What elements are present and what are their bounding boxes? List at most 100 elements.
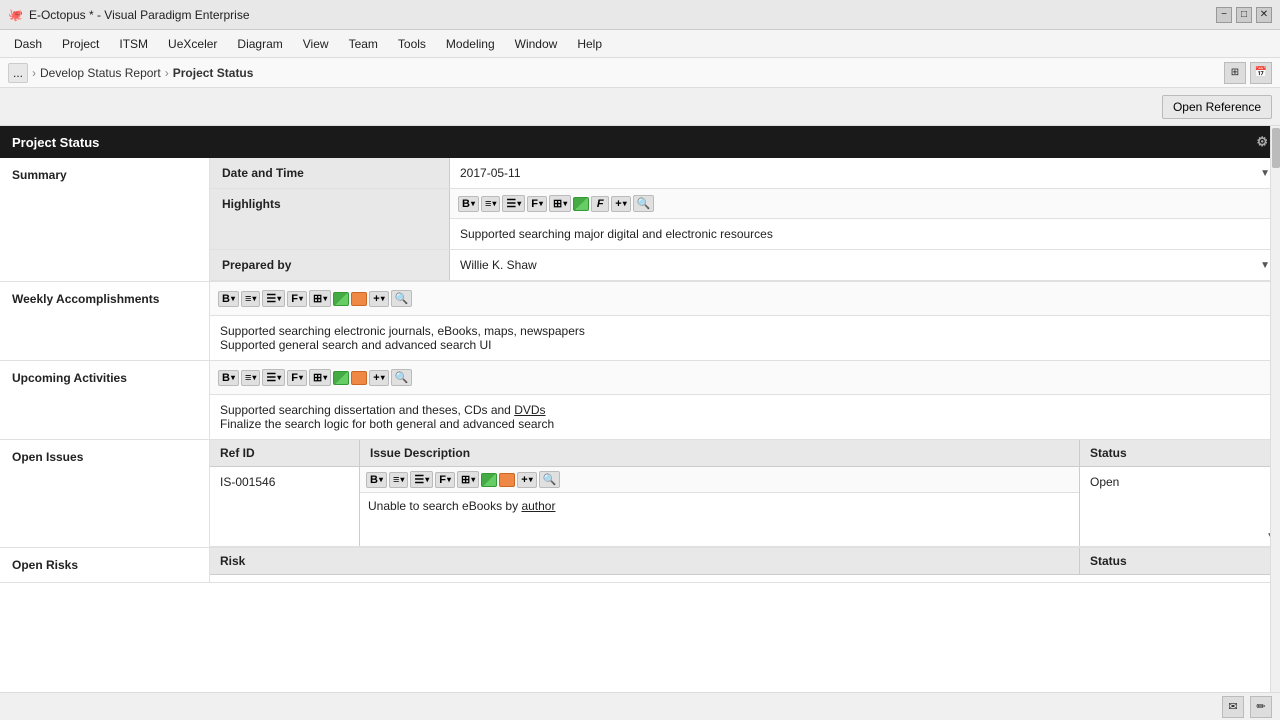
wa-green-icon[interactable] (333, 292, 349, 306)
content-area: Project Status ⚙ Summary Date and Time 2… (0, 126, 1280, 692)
close-button[interactable]: ✕ (1256, 7, 1272, 23)
desc-font-btn[interactable]: F▾ (435, 472, 455, 488)
menu-view[interactable]: View (293, 33, 339, 55)
date-time-dropdown[interactable]: ▼ (1260, 168, 1270, 179)
ua-toolbar: B▾ ≡▾ ☰▾ F▾ ⊞▾ +▾ 🔍 (210, 361, 1280, 395)
wa-list-button[interactable]: ☰▾ (262, 290, 285, 307)
ua-font-button[interactable]: F▾ (287, 370, 307, 386)
open-issues-label-row: Open Issues Ref ID Issue Description Sta… (0, 440, 1280, 547)
scrollbar-thumb[interactable] (1272, 128, 1280, 168)
ua-orange-icon[interactable] (351, 371, 367, 385)
open-issues-section: Open Issues Ref ID Issue Description Sta… (0, 440, 1280, 548)
open-issues-table: Ref ID Issue Description Status IS-00154… (210, 440, 1280, 547)
app-icon: 🐙 (8, 8, 23, 22)
desc-insert-btn[interactable]: +▾ (517, 472, 536, 488)
open-reference-button[interactable]: Open Reference (1162, 95, 1272, 119)
status-edit-icon[interactable]: ✏ (1250, 696, 1272, 718)
title-bar-controls[interactable]: − □ ✕ (1216, 7, 1272, 23)
project-status-header: Project Status ⚙ (0, 126, 1280, 158)
ua-green-icon[interactable] (333, 371, 349, 385)
wa-table-button[interactable]: ⊞▾ (309, 290, 331, 307)
desc-align-btn[interactable]: ≡▾ (389, 472, 408, 488)
open-risks-label-row: Open Risks Risk Status (0, 548, 1280, 582)
menu-uexceler[interactable]: UeXceler (158, 33, 227, 55)
breadcrumb-project-status[interactable]: Project Status (173, 66, 254, 80)
date-time-row: Date and Time 2017-05-11 ▼ (210, 158, 1280, 189)
ua-header: Upcoming Activities B▾ ≡▾ ☰▾ F▾ ⊞▾ +▾ 🔍 (0, 361, 1280, 395)
highlights-spacer (210, 219, 450, 249)
bold-button[interactable]: B▾ (458, 196, 479, 212)
date-time-label: Date and Time (210, 158, 450, 188)
desc-green-icon[interactable] (481, 473, 497, 487)
ua-binoculars-button[interactable]: 🔍 (391, 369, 413, 386)
by-text: by (505, 499, 521, 513)
breadcrumb-bar: ... › Develop Status Report › Project St… (0, 58, 1280, 88)
desc-bold-btn[interactable]: B▾ (366, 472, 387, 488)
table-button[interactable]: ⊞▾ (549, 195, 571, 212)
desc-toolbar: B▾ ≡▾ ☰▾ F▾ ⊞▾ +▾ 🔍 (360, 467, 1079, 493)
highlights-label: Highlights (210, 189, 450, 219)
desc-table-btn[interactable]: ⊞▾ (457, 471, 479, 488)
highlights-text[interactable]: Supported searching major digital and el… (450, 219, 1280, 249)
wa-bold-button[interactable]: B▾ (218, 291, 239, 307)
breadcrumb-ellipsis[interactable]: ... (8, 63, 28, 83)
prepared-by-label: Prepared by (210, 250, 450, 280)
menu-modeling[interactable]: Modeling (436, 33, 505, 55)
wa-align-button[interactable]: ≡▾ (241, 291, 260, 307)
issues-row-1: IS-001546 B▾ ≡▾ ☰▾ F▾ ⊞▾ +▾ 🔍 (210, 467, 1280, 547)
app-title: E-Octopus * - Visual Paradigm Enterprise (29, 8, 250, 22)
menu-dash[interactable]: Dash (4, 33, 52, 55)
dvds-link[interactable]: DVDs (514, 403, 545, 417)
prepared-by-value: Willie K. Shaw (460, 258, 537, 272)
wa-binoculars-button[interactable]: 🔍 (391, 290, 413, 307)
desc-list-btn[interactable]: ☰▾ (410, 471, 433, 488)
ua-spacer (0, 395, 210, 439)
scrollbar[interactable] (1270, 126, 1280, 692)
menu-project[interactable]: Project (52, 33, 109, 55)
title-bar-left: 🐙 E-Octopus * - Visual Paradigm Enterpri… (8, 8, 250, 22)
ua-list-button[interactable]: ☰▾ (262, 369, 285, 386)
title-bar: 🐙 E-Octopus * - Visual Paradigm Enterpri… (0, 0, 1280, 30)
ua-insert-button[interactable]: +▾ (369, 370, 388, 386)
italic-button[interactable]: F (591, 196, 609, 212)
breadcrumb-develop-status-report[interactable]: Develop Status Report (40, 66, 161, 80)
menu-bar: Dash Project ITSM UeXceler Diagram View … (0, 30, 1280, 58)
insert-button[interactable]: +▾ (611, 196, 630, 212)
desc-binoculars-btn[interactable]: 🔍 (539, 471, 561, 488)
wa-label: Weekly Accomplishments (0, 282, 210, 316)
menu-team[interactable]: Team (339, 33, 388, 55)
settings-icon[interactable]: ⚙ (1256, 134, 1268, 150)
breadcrumb-sep-1: › (32, 66, 36, 80)
wa-line-2: Supported general search and advanced se… (220, 338, 1270, 352)
menu-window[interactable]: Window (505, 33, 568, 55)
col-risk: Risk (210, 548, 1080, 574)
maximize-button[interactable]: □ (1236, 7, 1252, 23)
minimize-button[interactable]: − (1216, 7, 1232, 23)
breadcrumb-icon-calendar[interactable]: 📅 (1250, 62, 1272, 84)
status-mail-icon[interactable]: ✉ (1222, 696, 1244, 718)
align-button[interactable]: ≡▾ (481, 196, 500, 212)
breadcrumb-icon-grid[interactable]: ⊞ (1224, 62, 1246, 84)
list-button[interactable]: ☰▾ (502, 195, 525, 212)
green-icon-1[interactable] (573, 197, 589, 211)
ua-align-button[interactable]: ≡▾ (241, 370, 260, 386)
author-link[interactable]: author (521, 499, 555, 513)
binoculars-button[interactable]: 🔍 (633, 195, 655, 212)
ua-bold-button[interactable]: B▾ (218, 370, 239, 386)
col-risk-status: Status (1080, 548, 1280, 574)
menu-itsm[interactable]: ITSM (109, 33, 158, 55)
prepared-by-dropdown[interactable]: ▼ (1260, 260, 1270, 271)
wa-orange-icon[interactable] (351, 292, 367, 306)
highlights-row: Highlights B▾ ≡▾ ☰▾ F▾ ⊞▾ F +▾ 🔍 (210, 189, 1280, 250)
menu-tools[interactable]: Tools (388, 33, 436, 55)
summary-content: Date and Time 2017-05-11 ▼ Highlights B▾… (210, 158, 1280, 281)
font-button[interactable]: F▾ (527, 196, 547, 212)
ua-table-button[interactable]: ⊞▾ (309, 369, 331, 386)
desc-orange-icon[interactable] (499, 473, 515, 487)
menu-help[interactable]: Help (567, 33, 612, 55)
wa-toolbar: B▾ ≡▾ ☰▾ F▾ ⊞▾ +▾ 🔍 (210, 282, 1280, 316)
menu-diagram[interactable]: Diagram (227, 33, 292, 55)
wa-insert-button[interactable]: +▾ (369, 291, 388, 307)
wa-font-button[interactable]: F▾ (287, 291, 307, 307)
issues-cell-refid-1: IS-001546 (210, 467, 360, 546)
